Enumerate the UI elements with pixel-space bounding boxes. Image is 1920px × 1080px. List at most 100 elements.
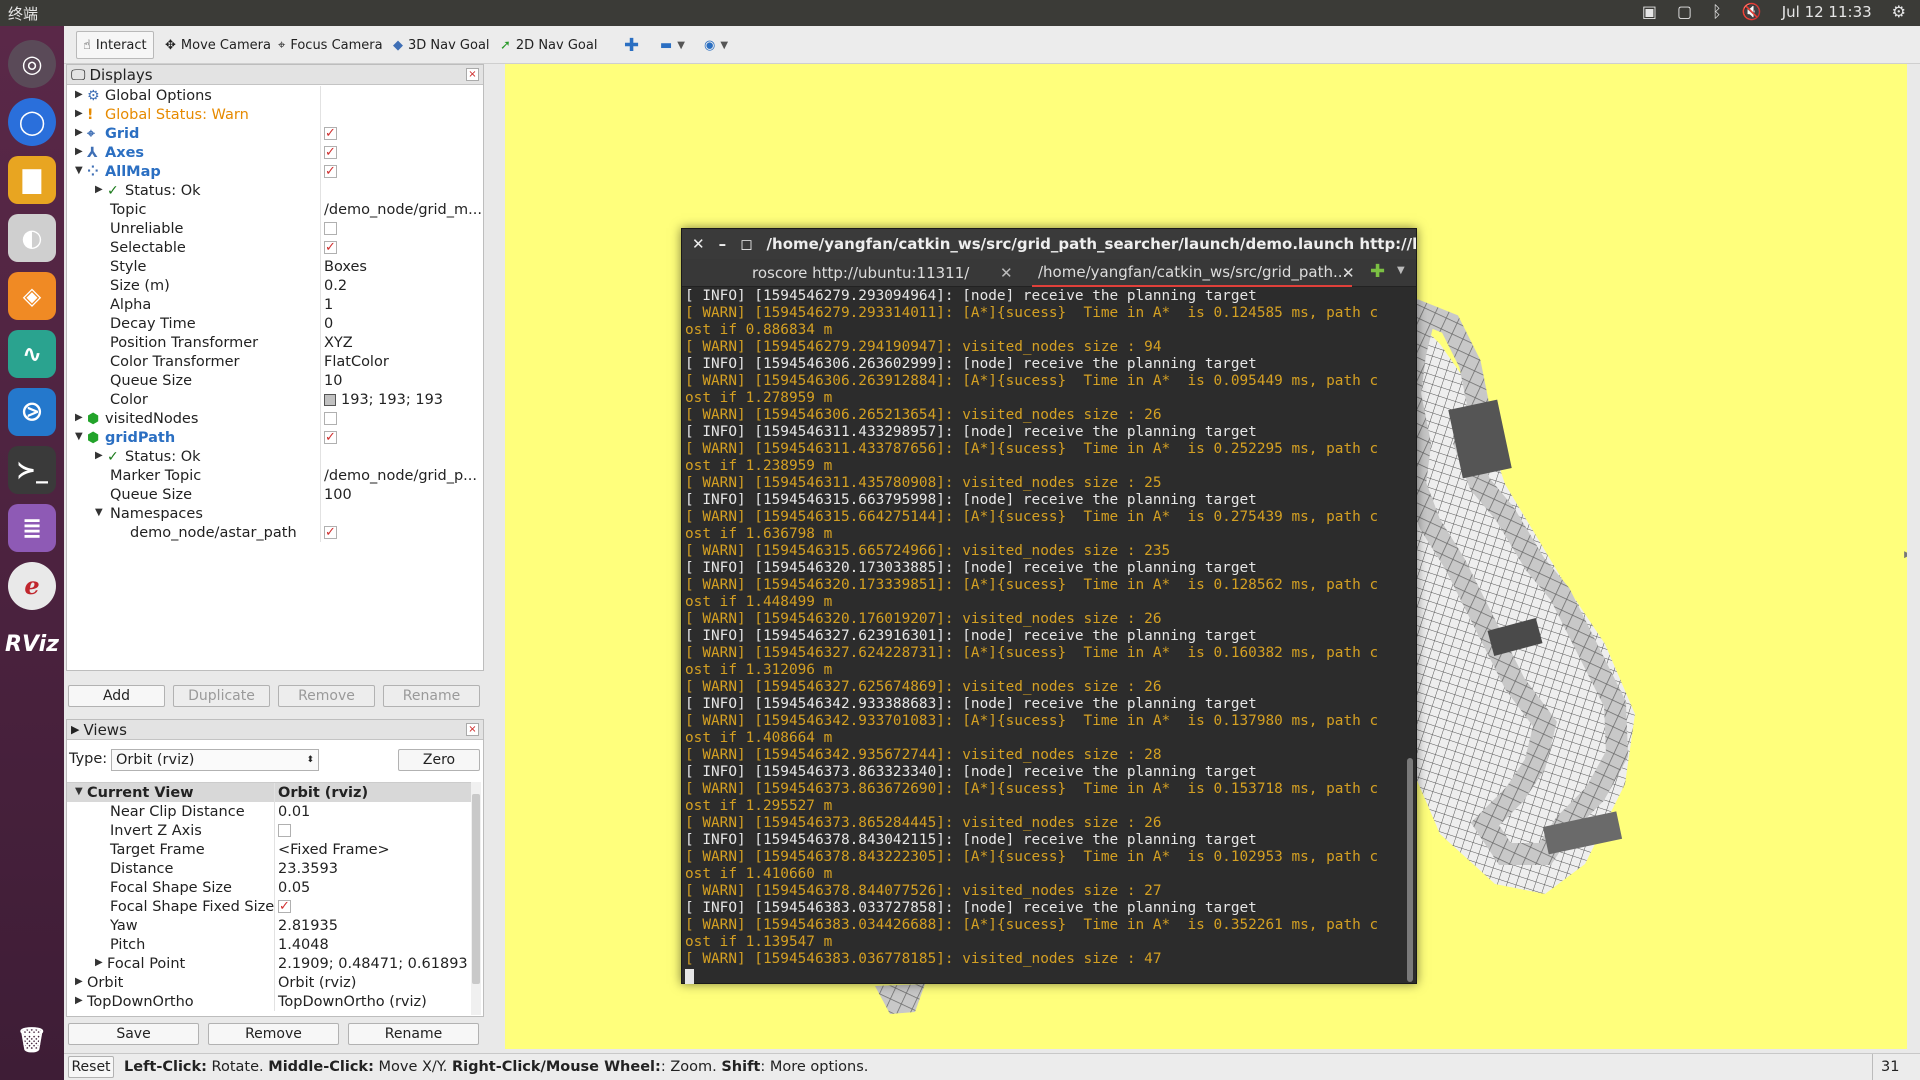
tree-row-value[interactable]: Orbit (rviz): [278, 783, 368, 802]
rename-display-button[interactable]: Rename: [383, 685, 480, 707]
zero-button[interactable]: Zero: [398, 749, 480, 771]
volume-muted-icon[interactable]: 🔇: [1742, 2, 1762, 21]
checkbox[interactable]: [324, 222, 337, 235]
close-icon[interactable]: ×: [466, 723, 479, 736]
terminal-titlebar[interactable]: ✕ – ◻ /home/yangfan/catkin_ws/src/grid_p…: [682, 229, 1416, 259]
expand-arrow-icon[interactable]: ▶: [95, 957, 105, 968]
close-icon[interactable]: ✕: [692, 235, 705, 253]
maximize-icon[interactable]: ◻: [740, 235, 752, 253]
tab-roscore[interactable]: roscore http://ubuntu:11311/: [752, 259, 969, 287]
tree-row-value[interactable]: 10: [324, 371, 342, 390]
tree-row-label[interactable]: Focal Shape Fixed Size: [110, 897, 274, 916]
expand-arrow-icon[interactable]: ▼: [75, 431, 85, 442]
tree-row-value[interactable]: 1: [324, 295, 333, 314]
tree-row-value[interactable]: [324, 409, 337, 428]
tree-row-label[interactable]: Queue Size: [110, 485, 192, 504]
tree-row-label[interactable]: ⚙ Global Options: [87, 86, 212, 105]
tree-row-value[interactable]: Boxes: [324, 257, 367, 276]
tree-row-label[interactable]: Pitch: [110, 935, 145, 954]
terminal-cursor[interactable]: [685, 969, 694, 984]
tree-row-label[interactable]: TopDownOrtho: [87, 992, 194, 1011]
tree-row-value[interactable]: 1.4048: [278, 935, 329, 954]
remove-view-button[interactable]: Remove: [208, 1023, 339, 1045]
system-monitor-icon[interactable]: ∿: [8, 330, 56, 378]
tree-row-label[interactable]: Target Frame: [110, 840, 205, 859]
checkbox[interactable]: [278, 824, 291, 837]
ubuntu-dash-icon[interactable]: ◎: [8, 40, 56, 88]
tree-row-label[interactable]: Current View: [87, 783, 194, 802]
close-tab-icon[interactable]: ✕: [1000, 264, 1013, 282]
tree-row-label[interactable]: Orbit: [87, 973, 123, 992]
tree-row-value[interactable]: XYZ: [324, 333, 353, 352]
input-method-icon[interactable]: ▣: [1642, 2, 1657, 21]
tree-row-label[interactable]: Distance: [110, 859, 173, 878]
camera-type-button[interactable]: ◉ ▼: [698, 31, 734, 59]
tree-row-value[interactable]: 2.81935: [278, 916, 338, 935]
tree-row-label[interactable]: Focal Point: [107, 954, 185, 973]
tree-row-value[interactable]: 0: [324, 314, 333, 333]
tree-row-value[interactable]: [324, 219, 337, 238]
expand-arrow-icon[interactable]: ▶: [75, 127, 85, 138]
tree-row-label[interactable]: Queue Size: [110, 371, 192, 390]
remove-tool-button[interactable]: ▬ ▼: [654, 31, 691, 59]
tree-row-value[interactable]: ✓: [324, 143, 337, 162]
tree-row-value[interactable]: ✓: [324, 124, 337, 143]
tree-row-value[interactable]: ✓: [324, 428, 337, 447]
expand-arrow-icon[interactable]: ▶: [75, 146, 85, 157]
tree-row-label[interactable]: Position Transformer: [110, 333, 258, 352]
remove-display-button[interactable]: Remove: [278, 685, 375, 707]
tree-row-label[interactable]: Near Clip Distance: [110, 802, 245, 821]
view-type-select[interactable]: Orbit (rviz) ⬍: [111, 749, 319, 771]
expand-arrow-icon[interactable]: ▶: [75, 976, 85, 987]
tree-row-label[interactable]: demo_node/astar_path: [130, 523, 297, 542]
reset-button[interactable]: Reset: [68, 1056, 114, 1078]
terminal-window[interactable]: ✕ – ◻ /home/yangfan/catkin_ws/src/grid_p…: [681, 228, 1417, 984]
chromium-icon[interactable]: ◯: [8, 98, 56, 146]
tree-row-value[interactable]: FlatColor: [324, 352, 389, 371]
expand-arrow-icon[interactable]: ▶: [75, 89, 85, 100]
tree-row-value[interactable]: ✓: [324, 238, 337, 257]
tree-row-label[interactable]: Color: [110, 390, 148, 409]
expand-arrow-icon[interactable]: ▶: [95, 450, 105, 461]
tree-row-value[interactable]: 0.01: [278, 802, 310, 821]
tree-row-label[interactable]: Style: [110, 257, 146, 276]
checkbox[interactable]: ✓: [324, 165, 337, 178]
text-editor-icon[interactable]: ≣: [8, 504, 56, 552]
3d-nav-goal-tool[interactable]: ◆ 3D Nav Goal: [387, 31, 496, 59]
views-scrollbar[interactable]: [471, 782, 481, 1015]
tree-row-label[interactable]: Invert Z Axis: [110, 821, 202, 840]
tree-row-label[interactable]: ✓ Status: Ok: [107, 447, 201, 466]
save-view-button[interactable]: Save: [68, 1023, 199, 1045]
tree-row-value[interactable]: <Fixed Frame>: [278, 840, 390, 859]
tree-row-label[interactable]: Selectable: [110, 238, 186, 257]
duplicate-display-button[interactable]: Duplicate: [173, 685, 270, 707]
new-tab-icon[interactable]: ✚: [1370, 261, 1385, 282]
tree-row-label[interactable]: Color Transformer: [110, 352, 239, 371]
color-swatch[interactable]: [324, 393, 336, 406]
terminal-output[interactable]: [ INFO] [1594546279.293094964]: [node] r…: [682, 288, 1404, 984]
tree-row-label[interactable]: Focal Shape Size: [110, 878, 232, 897]
tree-row-label[interactable]: Decay Time: [110, 314, 196, 333]
checkbox[interactable]: [324, 412, 337, 425]
tree-row-value[interactable]: Orbit (rviz): [278, 973, 356, 992]
checkbox[interactable]: ✓: [324, 241, 337, 254]
tree-row-label[interactable]: Topic: [110, 200, 146, 219]
expand-arrow-icon[interactable]: ▼: [75, 165, 85, 176]
tree-row-value[interactable]: 2.1909; 0.48471; 0.61893: [278, 954, 468, 973]
power-gear-icon[interactable]: ⚙: [1892, 2, 1906, 21]
add-display-button[interactable]: Add: [68, 685, 165, 707]
trash-icon[interactable]: 🗑: [8, 1016, 56, 1064]
tree-row-value[interactable]: [278, 821, 291, 840]
focus-camera-tool[interactable]: ⌖ Focus Camera: [272, 31, 389, 59]
checkbox[interactable]: ✓: [324, 431, 337, 444]
rename-view-button[interactable]: Rename: [348, 1023, 479, 1045]
terminal-icon[interactable]: ≻_: [8, 446, 56, 494]
tree-row-value[interactable]: 0.05: [278, 878, 310, 897]
tree-row-value[interactable]: /demo_node/grid_m...: [324, 200, 482, 219]
tree-row-label[interactable]: Alpha: [110, 295, 151, 314]
tree-row-label[interactable]: Size (m): [110, 276, 170, 295]
clock[interactable]: Jul 12 11:33: [1782, 3, 1872, 21]
vscode-icon[interactable]: ⧁: [8, 388, 56, 436]
checkbox[interactable]: ✓: [324, 127, 337, 140]
expand-arrow-icon[interactable]: ▶: [75, 995, 85, 1006]
